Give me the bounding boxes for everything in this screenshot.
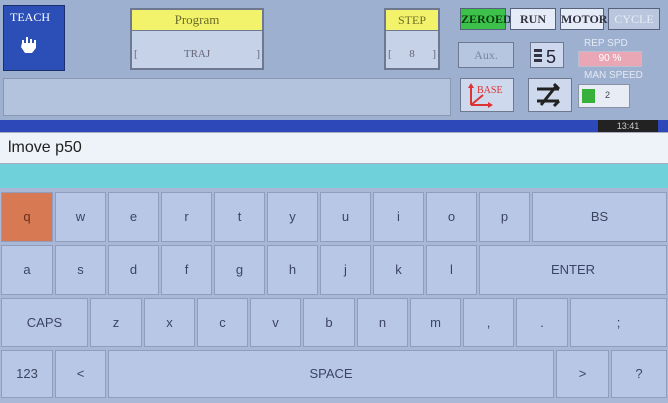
key-semicolon[interactable]: ; bbox=[570, 298, 667, 347]
man-speed-meter[interactable]: 2 bbox=[578, 84, 630, 108]
step-box[interactable]: STEP [ 8 ] bbox=[384, 8, 440, 70]
key-a[interactable]: a bbox=[1, 245, 53, 295]
key-w[interactable]: w bbox=[55, 192, 106, 242]
key-n[interactable]: n bbox=[357, 298, 408, 347]
key-i[interactable]: i bbox=[373, 192, 424, 242]
base-coordinate-button[interactable]: BASE bbox=[460, 78, 514, 112]
key-j[interactable]: j bbox=[320, 245, 371, 295]
program-label: Program bbox=[132, 10, 262, 31]
base-axes-icon: BASE bbox=[468, 83, 503, 108]
key-left[interactable]: < bbox=[55, 350, 106, 398]
key-m[interactable]: m bbox=[410, 298, 461, 347]
program-value: TRAJ bbox=[183, 48, 211, 60]
teach-mode-label: TEACH bbox=[10, 10, 50, 24]
zeroed-indicator: ZEROED bbox=[460, 8, 512, 30]
program-box[interactable]: Program [ TRAJ ] bbox=[130, 8, 264, 70]
svg-text:5: 5 bbox=[546, 47, 556, 67]
key-l[interactable]: l bbox=[426, 245, 477, 295]
rep-speed-value: 90 % bbox=[578, 51, 642, 67]
man-speed-label: MAN SPEED bbox=[584, 70, 643, 81]
key-c[interactable]: c bbox=[197, 298, 248, 347]
cycle-indicator: CYCLE bbox=[608, 8, 660, 30]
key-p[interactable]: p bbox=[479, 192, 530, 242]
key-right[interactable]: > bbox=[556, 350, 609, 398]
key-space[interactable]: SPACE bbox=[108, 350, 554, 398]
key-caps[interactable]: CAPS bbox=[1, 298, 88, 347]
run-indicator: RUN bbox=[510, 8, 556, 30]
step-value: 8 bbox=[409, 48, 415, 60]
key-g[interactable]: g bbox=[214, 245, 265, 295]
key-s[interactable]: s bbox=[55, 245, 106, 295]
command-input[interactable]: lmove p50 bbox=[0, 132, 668, 164]
man-speed-fill bbox=[582, 89, 595, 103]
step-value-row: [ 8 ] bbox=[388, 48, 436, 60]
key-b[interactable]: b bbox=[303, 298, 355, 347]
step-bracket-close: ] bbox=[432, 48, 436, 60]
key-o[interactable]: o bbox=[426, 192, 477, 242]
key-123[interactable]: 123 bbox=[1, 350, 53, 398]
speed-step-button[interactable]: 5 bbox=[530, 42, 564, 68]
input-separator-bar bbox=[0, 164, 668, 188]
motor-indicator: MOTOR bbox=[560, 8, 607, 30]
program-value-row: [ TRAJ ] bbox=[134, 46, 260, 62]
teach-mode-indicator[interactable]: TEACH bbox=[3, 5, 65, 71]
key-e[interactable]: e bbox=[108, 192, 159, 242]
key-h[interactable]: h bbox=[267, 245, 318, 295]
key-t[interactable]: t bbox=[214, 192, 265, 242]
swap-arrows-icon bbox=[537, 82, 561, 108]
key-z[interactable]: z bbox=[90, 298, 142, 347]
key-y[interactable]: y bbox=[267, 192, 318, 242]
program-bracket-close: ] bbox=[256, 48, 260, 60]
key-d[interactable]: d bbox=[108, 245, 159, 295]
key-v[interactable]: v bbox=[250, 298, 301, 347]
step-bracket-open: [ bbox=[388, 48, 392, 60]
svg-text:BASE: BASE bbox=[477, 85, 503, 96]
key-question[interactable]: ? bbox=[611, 350, 667, 398]
aux-button[interactable]: Aux. bbox=[458, 42, 514, 68]
info-field bbox=[3, 78, 451, 116]
key-x[interactable]: x bbox=[144, 298, 195, 347]
clock: 13:41 bbox=[598, 120, 658, 132]
key-enter[interactable]: ENTER bbox=[479, 245, 667, 295]
key-u[interactable]: u bbox=[320, 192, 371, 242]
switch-button[interactable] bbox=[528, 78, 572, 112]
step-label: STEP bbox=[386, 10, 438, 31]
speed-step-icon: 5 bbox=[534, 47, 556, 67]
program-bracket-open: [ bbox=[134, 48, 138, 60]
key-period[interactable]: . bbox=[516, 298, 568, 347]
key-comma[interactable]: , bbox=[463, 298, 514, 347]
status-strip bbox=[0, 120, 668, 132]
onscreen-keyboard: q w e r t y u i o p BS a s d f g h j k l… bbox=[0, 188, 668, 403]
hand-icon bbox=[18, 34, 38, 59]
rep-speed-label: REP SPD bbox=[584, 38, 628, 49]
key-backspace[interactable]: BS bbox=[532, 192, 667, 242]
key-q[interactable]: q bbox=[1, 192, 53, 242]
key-k[interactable]: k bbox=[373, 245, 424, 295]
key-r[interactable]: r bbox=[161, 192, 212, 242]
key-f[interactable]: f bbox=[161, 245, 212, 295]
man-speed-value: 2 bbox=[605, 90, 611, 100]
